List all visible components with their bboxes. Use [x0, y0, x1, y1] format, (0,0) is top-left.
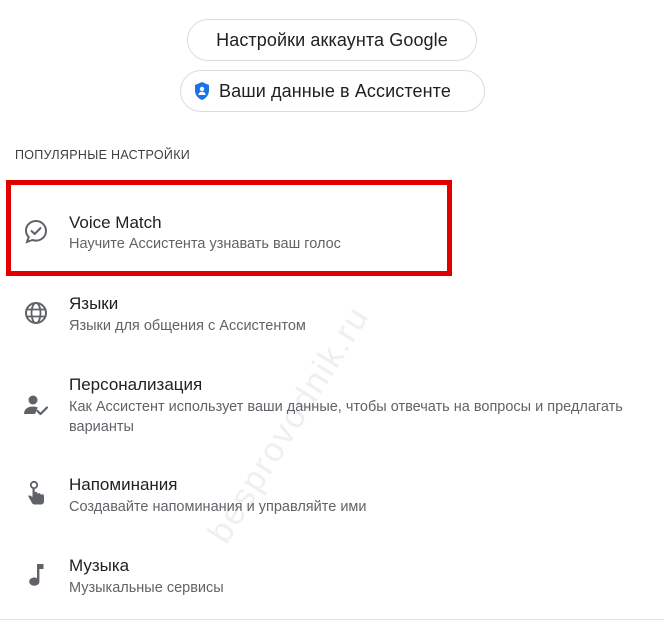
settings-item-personalization[interactable]: Персонализация Как Ассистент использует … [0, 365, 664, 455]
reminders-title: Напоминания [69, 475, 178, 494]
reminders-subtitle: Создавайте напоминания и управляйте ими [69, 499, 367, 515]
reminder-hand-icon [28, 480, 44, 505]
globe-icon [25, 302, 47, 324]
assistant-data-label: Ваши данные в Ассистенте [219, 80, 451, 101]
settings-item-languages[interactable]: Языки Языки для общения с Ассистентом [0, 285, 664, 355]
music-subtitle: Музыкальные сервисы [69, 580, 224, 596]
music-title: Музыка [69, 556, 130, 575]
languages-title: Языки [69, 294, 119, 313]
settings-item-voice-match[interactable]: Voice Match Научите Ассистента узнавать … [0, 200, 664, 270]
settings-item-music[interactable]: Музыка Музыкальные сервисы [0, 548, 664, 618]
voice-match-subtitle: Научите Ассистента узнавать ваш голос [69, 236, 341, 252]
settings-item-reminders[interactable]: Напоминания Создавайте напоминания и упр… [0, 467, 664, 537]
personalization-subtitle: Как Ассистент использует ваши данные, чт… [69, 399, 623, 435]
google-account-settings-label: Настройки аккаунта Google [216, 29, 448, 50]
popular-settings-heading: ПОПУЛЯРНЫЕ НАСТРОЙКИ [15, 148, 191, 162]
languages-subtitle: Языки для общения с Ассистентом [69, 318, 306, 334]
voice-match-icon [24, 219, 48, 244]
google-account-settings-button[interactable]: Настройки аккаунта Google [187, 19, 477, 61]
person-check-icon [24, 395, 49, 416]
bottom-divider [0, 619, 664, 620]
music-note-icon [29, 564, 44, 586]
voice-match-title: Voice Match [69, 213, 162, 232]
assistant-data-button[interactable]: Ваши данные в Ассистенте [180, 70, 485, 112]
shield-icon [195, 82, 209, 100]
personalization-title: Персонализация [69, 375, 203, 394]
